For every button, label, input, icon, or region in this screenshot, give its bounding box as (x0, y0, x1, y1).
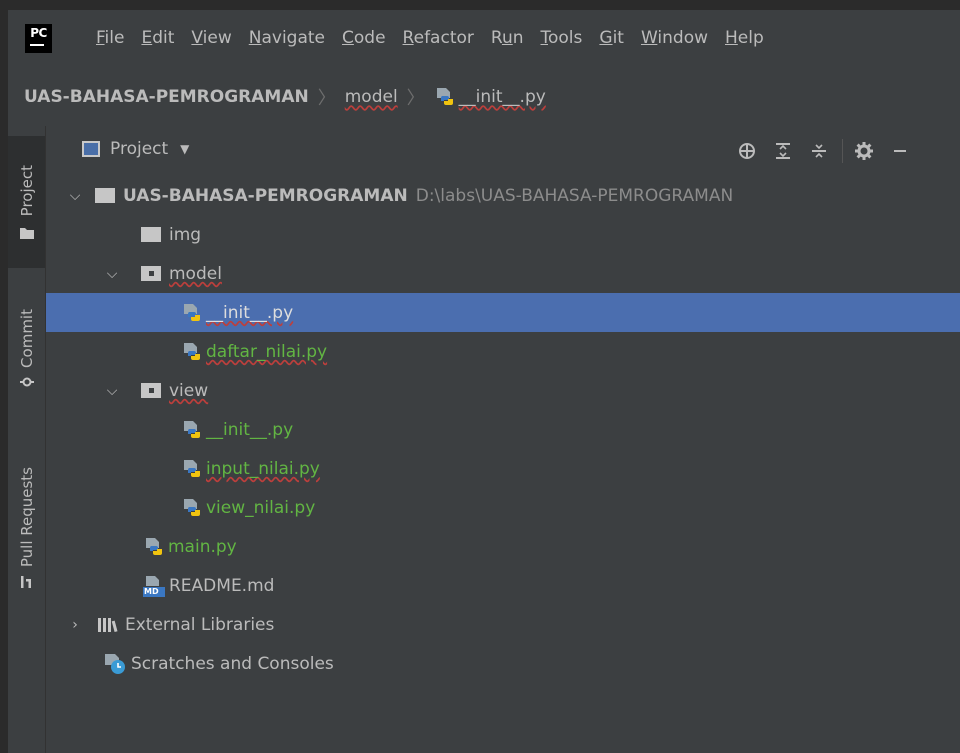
library-icon (98, 617, 118, 632)
tree-node-project-root[interactable]: ⌵ UAS-BAHASA-PEMROGRAMAN D:\labs\UAS-BAH… (46, 176, 960, 215)
expand-all-icon[interactable] (770, 138, 796, 164)
menu-window[interactable]: Window (641, 28, 708, 48)
python-file-icon (184, 342, 200, 360)
tree-node-label: daftar_nilai.py (206, 341, 328, 362)
menu-code[interactable]: Code (342, 28, 386, 48)
chevron-down-icon[interactable]: ⌵ (104, 383, 120, 399)
tree-node-label: view_nilai.py (206, 497, 316, 518)
breadcrumb-separator: 〉 (406, 88, 425, 109)
tree-node-label: __init__.py (206, 419, 294, 440)
menu-help[interactable]: Help (725, 28, 764, 48)
menu-run[interactable]: Run (491, 28, 524, 48)
panel-toolbar-icons (734, 138, 923, 164)
tree-node-img[interactable]: img (46, 215, 960, 254)
hide-panel-icon[interactable] (887, 138, 913, 164)
breadcrumb-project[interactable]: UAS-BAHASA-PEMROGRAMAN (24, 87, 309, 107)
menu-items: File Edit View Navigate Code Refactor Ru… (96, 24, 781, 52)
menu-git[interactable]: Git (599, 28, 624, 48)
sidebar-tab-commit[interactable]: Commit (8, 284, 45, 414)
scratches-icon (105, 653, 125, 674)
tree-node-label: input_nilai.py (206, 458, 320, 479)
folder-icon (141, 227, 161, 242)
tree-node-model[interactable]: ⌵ model (46, 254, 960, 293)
python-file-icon (436, 88, 453, 105)
menu-bar: PC File Edit View Navigate Code Refactor… (8, 10, 960, 68)
tree-node-external-libraries[interactable]: › External Libraries (46, 605, 960, 644)
python-file-icon (184, 420, 200, 438)
tree-node-path: D:\labs\UAS-BAHASA-PEMROGRAMAN (415, 185, 734, 206)
tree-node-readme[interactable]: MD README.md (46, 566, 960, 605)
dropdown-arrow-icon: ▼ (180, 142, 190, 156)
logo-text: PC (30, 26, 47, 40)
breadcrumb-folder-model[interactable]: model (345, 87, 398, 107)
project-view-selector[interactable]: Project ▼ (82, 139, 189, 159)
tree-node-scratches[interactable]: Scratches and Consoles (46, 644, 960, 683)
sidebar-tab-label: Project (17, 165, 36, 217)
ide-window: PC File Edit View Navigate Code Refactor… (8, 10, 960, 753)
toolbar-divider (842, 139, 843, 163)
tree-node-label: UAS-BAHASA-PEMROGRAMAN (123, 185, 408, 206)
menu-edit[interactable]: Edit (141, 28, 174, 48)
sidebar-tab-project[interactable]: Project (8, 136, 45, 268)
chevron-down-icon[interactable]: ⌵ (67, 188, 83, 204)
chevron-down-icon[interactable]: ⌵ (104, 266, 120, 282)
tree-node-daftar-nilai[interactable]: daftar_nilai.py (46, 332, 960, 371)
tool-window-strip: Project Commit Pull Requests (8, 126, 46, 753)
sidebar-tab-pull-requests[interactable]: Pull Requests (8, 440, 45, 616)
tree-node-label: External Libraries (125, 614, 275, 635)
folder-icon (19, 227, 34, 239)
project-window-icon (82, 141, 100, 157)
sidebar-tab-label: Commit (17, 308, 36, 368)
package-folder-icon (141, 383, 161, 398)
python-file-icon (184, 498, 200, 516)
gear-icon[interactable] (851, 138, 877, 164)
tree-node-label: Scratches and Consoles (131, 653, 334, 674)
menu-tools[interactable]: Tools (541, 28, 583, 48)
pull-request-icon (20, 576, 31, 589)
menu-refactor[interactable]: Refactor (403, 28, 474, 48)
python-file-icon (184, 459, 200, 477)
tree-node-label: main.py (168, 536, 237, 557)
menu-file[interactable]: File (96, 28, 124, 48)
package-folder-icon (141, 266, 161, 281)
tree-node-label: README.md (169, 575, 275, 596)
python-file-icon (184, 303, 200, 321)
folder-icon (95, 188, 115, 203)
breadcrumb-separator: 〉 (317, 88, 336, 109)
tree-node-label: img (169, 224, 202, 245)
chevron-right-icon[interactable]: › (67, 617, 83, 633)
project-panel-title: Project (110, 139, 169, 159)
tree-node-input-nilai[interactable]: input_nilai.py (46, 449, 960, 488)
menu-view[interactable]: View (191, 28, 231, 48)
md-badge-text: MD (144, 586, 159, 596)
tree-node-model-init[interactable]: __init__.py (46, 293, 960, 332)
tree-node-view[interactable]: ⌵ view (46, 371, 960, 410)
markdown-file-icon: MD (143, 575, 165, 597)
logo-bar (30, 44, 44, 46)
tree-node-label: model (169, 263, 222, 284)
tree-node-label: __init__.py (206, 302, 294, 323)
breadcrumb-file[interactable]: __init__.py (459, 87, 546, 107)
tree-node-view-nilai[interactable]: view_nilai.py (46, 488, 960, 527)
project-panel-toolbar: Project ▼ (46, 126, 960, 176)
sidebar-tab-label: Pull Requests (17, 466, 36, 568)
python-file-icon (146, 537, 162, 555)
locate-file-icon[interactable] (734, 138, 760, 164)
tree-node-label: view (169, 380, 209, 401)
collapse-all-icon[interactable] (806, 138, 832, 164)
breadcrumb: UAS-BAHASA-PEMROGRAMAN 〉 model 〉 __init_… (8, 68, 960, 127)
commit-icon (19, 377, 34, 387)
project-panel: Project ▼ ⌵ UAS-BAHASA-PEMROGRAMAN D:\la… (46, 126, 960, 753)
tree-node-main[interactable]: main.py (46, 527, 960, 566)
tree-node-view-init[interactable]: __init__.py (46, 410, 960, 449)
pycharm-logo-icon[interactable]: PC (25, 24, 52, 53)
menu-navigate[interactable]: Navigate (249, 28, 325, 48)
